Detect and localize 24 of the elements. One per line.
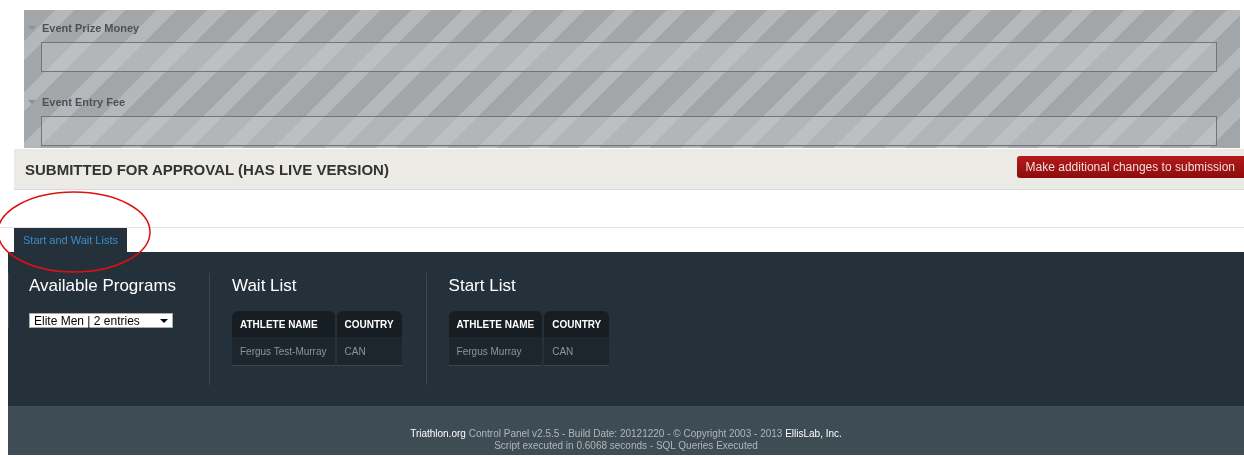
footer-text: Script executed in 0.6068 seconds - SQL Queries Executed xyxy=(494,440,758,452)
column-header: COUNTRY xyxy=(544,311,610,337)
table-cell: Fergus Murray xyxy=(448,337,543,366)
table-cell: CAN xyxy=(336,337,402,366)
field-label: Event Prize Money xyxy=(42,22,140,34)
program-select[interactable]: Elite Men | 2 entries xyxy=(29,313,173,328)
status-title: SUBMITTED FOR APPROVAL (HAS LIVE VERSION) xyxy=(25,160,389,178)
column-header: COUNTRY xyxy=(336,311,402,337)
brand-link[interactable]: Triathlon.org xyxy=(410,428,466,439)
company-link[interactable]: EllisLab, Inc. xyxy=(785,428,842,439)
section-heading: Available Programs xyxy=(29,276,178,296)
changes-button[interactable]: Make additional changes to submission xyxy=(1016,155,1244,178)
caret-icon xyxy=(160,318,168,323)
tab[interactable]: Start and Wait Lists xyxy=(14,228,127,252)
table-cell: CAN xyxy=(544,337,610,366)
section-heading: Wait List xyxy=(232,276,298,296)
footer-text: Triathlon.org Control Panel v2.5.5 - Build Date: 20121220 - © Copyright 2003 - 2013 EllisLab, Inc. xyxy=(410,428,842,440)
column-header: ATHLETE NAME xyxy=(232,311,335,337)
section-heading: Start List xyxy=(448,276,517,296)
table-cell: Fergus Test-Murray xyxy=(232,337,335,366)
column-header: ATHLETE NAME xyxy=(448,311,543,337)
input-field[interactable] xyxy=(41,116,1217,146)
input-field[interactable] xyxy=(41,42,1217,72)
field-label: Event Entry Fee xyxy=(42,96,126,108)
